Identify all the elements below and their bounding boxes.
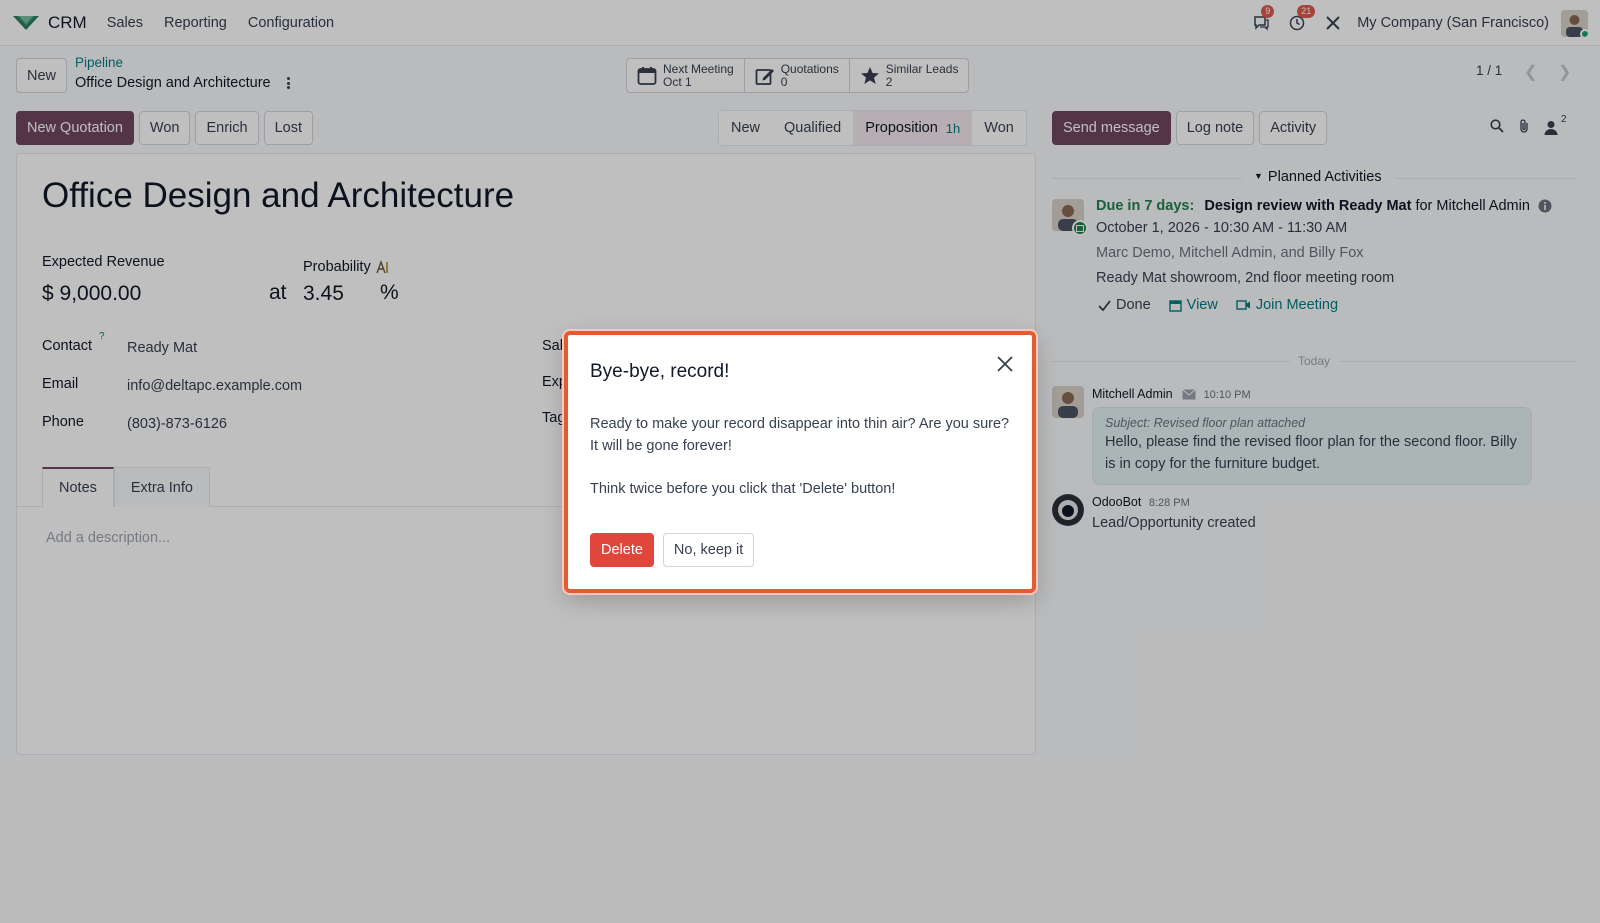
delete-button[interactable]: Delete [590, 533, 654, 567]
dialog-footer: Delete No, keep it [590, 533, 755, 567]
close-icon[interactable] [994, 353, 1016, 375]
dialog-title: Bye-bye, record! [590, 361, 730, 382]
dialog-warning: Think twice before you click that 'Delet… [590, 481, 896, 497]
delete-confirm-dialog: Bye-bye, record! Ready to make your reco… [564, 331, 1036, 593]
keep-button[interactable]: No, keep it [662, 533, 755, 567]
dialog-body: Ready to make your record disappear into… [590, 413, 1020, 500]
dialog-message: Ready to make your record disappear into… [590, 416, 1010, 454]
